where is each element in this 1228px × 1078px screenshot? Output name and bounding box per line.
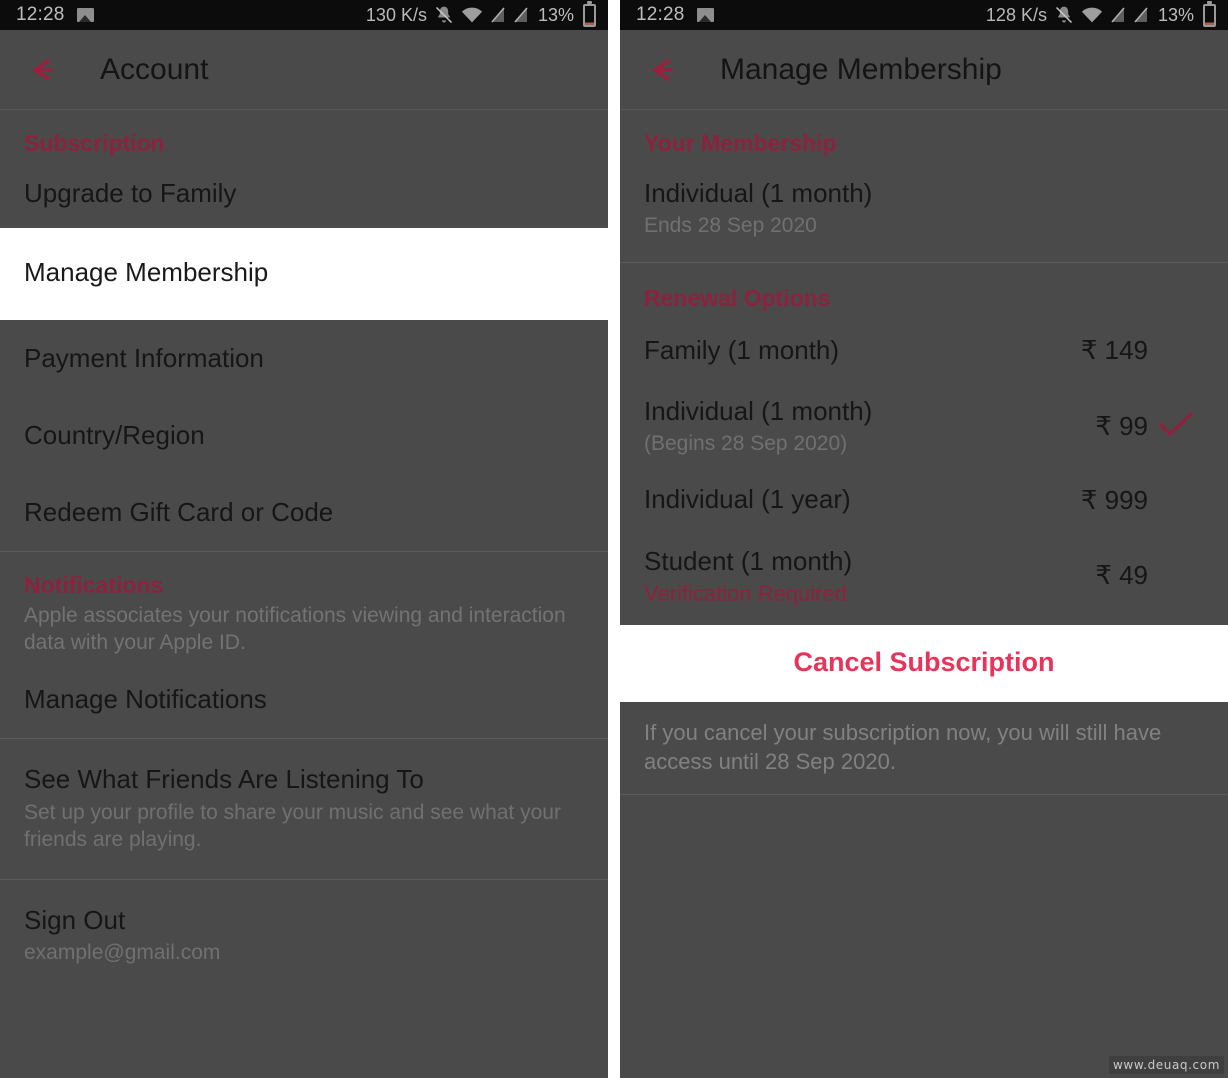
list-item-label: Upgrade to Family (24, 178, 237, 208)
list-item-label: Sign Out (24, 905, 126, 936)
list-item-see-what-friends-are-listening-to[interactable]: See What Friends Are Listening To Set up… (0, 739, 608, 879)
option-price: ₹ 149 (1080, 334, 1148, 365)
option-labels: Individual (1 year) (644, 483, 1028, 516)
option-title: Student (1 month) (644, 545, 853, 576)
bell-muted-icon (1054, 5, 1074, 25)
list-item-payment-information[interactable]: Payment Information (0, 320, 608, 397)
left-phone-screen: 12:28 130 K/s 13% Account Subscription U… (0, 0, 608, 1078)
manage-membership-list: Your Membership Individual (1 month) End… (620, 110, 1228, 795)
list-item-manage-membership[interactable]: Manage Membership (0, 228, 608, 320)
list-item-label: Redeem Gift Card or Code (24, 497, 334, 528)
option-price: ₹ 999 (1080, 484, 1148, 515)
wifi-icon (461, 6, 483, 24)
option-title: Individual (1 month) (644, 395, 873, 426)
network-speed-label: 128 K/s (985, 4, 1047, 25)
verification-required-label: Verification Required (644, 580, 848, 606)
sim1-no-signal-icon (490, 6, 506, 24)
status-bar-right: 12:28 128 K/s 13% (620, 0, 1228, 30)
section-notifications: Notifications Apple associates your noti… (0, 552, 608, 738)
list-item-label: Manage Membership (24, 257, 269, 288)
list-item-country-region[interactable]: Country/Region (0, 397, 608, 474)
cancel-subscription-note: If you cancel your subscription now, you… (644, 719, 1162, 774)
list-item-manage-notifications[interactable]: Manage Notifications (0, 661, 608, 738)
battery-percent-label: 13% (1157, 4, 1194, 25)
battery-percent-label: 13% (537, 4, 574, 25)
cancel-subscription-button[interactable]: Cancel Subscription (620, 624, 1228, 702)
sim2-no-signal-icon (1133, 6, 1149, 24)
sim2-no-signal-icon (513, 6, 529, 24)
renewal-option-individual-1-month[interactable]: Individual (1 month) (Begins 28 Sep 2020… (620, 383, 1228, 470)
sim1-no-signal-icon (1110, 6, 1126, 24)
option-title: Individual (1 year) (644, 484, 851, 515)
left-empty-area (0, 992, 608, 1078)
option-title: Family (1 month) (644, 334, 840, 365)
left-app-bar: Account (0, 30, 608, 110)
dual-screenshot-container: 12:28 130 K/s 13% Account Subscription U… (0, 0, 1228, 1078)
network-speed-label: 130 K/s (365, 4, 427, 25)
status-bar-clock: 12:28 (16, 4, 65, 25)
status-bar-right-cluster: 130 K/s 13% (365, 0, 596, 27)
list-item-label: Manage Notifications (24, 684, 267, 715)
check-icon (1157, 411, 1195, 443)
option-check-slot (1148, 409, 1204, 444)
account-settings-list: Subscription Upgrade to Family Manage Me… (0, 110, 608, 993)
option-labels: Student (1 month) Verification Required (644, 545, 1028, 607)
current-plan-label: Individual (1 month) (644, 178, 873, 208)
wifi-icon (1081, 6, 1103, 24)
page-title: Account (100, 52, 209, 86)
status-bar-right-cluster: 128 K/s 13% (985, 0, 1216, 27)
list-item-label: See What Friends Are Listening To (24, 764, 424, 795)
section-header-renewal-options: Renewal Options (644, 284, 831, 311)
right-phone-screen: 12:28 128 K/s 13% Manage Membership Your… (620, 0, 1228, 1078)
battery-icon (1203, 0, 1216, 27)
option-labels: Individual (1 month) (Begins 28 Sep 2020… (644, 395, 1028, 458)
page-title: Manage Membership (720, 52, 1002, 86)
section-your-membership: Your Membership Individual (1 month) End… (620, 110, 1228, 262)
bell-muted-icon (434, 5, 454, 25)
signed-in-email: example@gmail.com (24, 941, 221, 965)
option-begin-date: (Begins 28 Sep 2020) (644, 432, 848, 456)
list-item-label: Country/Region (24, 419, 205, 450)
battery-icon (583, 0, 596, 27)
current-plan-end-date: Ends 28 Sep 2020 (644, 214, 817, 238)
list-item-redeem-gift-card[interactable]: Redeem Gift Card or Code (0, 474, 608, 551)
section-header-notifications: Notifications (24, 572, 164, 599)
image-icon (76, 8, 94, 22)
arrow-left-icon[interactable] (644, 55, 684, 85)
section-account-details: Payment Information Country/Region Redee… (0, 320, 608, 552)
cancel-subscription-label: Cancel Subscription (793, 646, 1055, 677)
option-labels: Family (1 month) (644, 334, 1028, 367)
status-bar-clock: 12:28 (636, 4, 685, 25)
screen-gap (608, 0, 620, 1078)
section-description-notifications: Apple associates your notifications view… (24, 604, 566, 655)
list-item-label: Payment Information (24, 342, 264, 373)
watermark: www.deuaq.com (1109, 1056, 1224, 1074)
manage-membership-row-inner: Manage Membership (0, 256, 608, 289)
section-header-subscription: Subscription (24, 130, 165, 156)
list-item-sublabel: Set up your profile to share your music … (24, 800, 561, 851)
arrow-left-icon[interactable] (24, 55, 64, 85)
right-app-bar: Manage Membership (620, 30, 1228, 110)
image-icon (696, 8, 714, 22)
list-item-sign-out[interactable]: Sign Out example@gmail.com (0, 880, 608, 993)
status-bar-left: 12:28 130 K/s 13% (0, 0, 608, 30)
renewal-option-individual-1-year[interactable]: Individual (1 year) ₹ 999 (620, 469, 1228, 530)
list-item-upgrade-to-family[interactable]: Upgrade to Family (0, 161, 608, 228)
section-header-your-membership: Your Membership (644, 130, 837, 156)
section-renewal-options: Renewal Options Family (1 month) ₹ 149 I… (620, 263, 1228, 625)
current-membership-row: Individual (1 month) Ends 28 Sep 2020 (620, 161, 1228, 262)
option-price: ₹ 49 (1095, 560, 1148, 591)
renewal-option-family-1-month[interactable]: Family (1 month) ₹ 149 (620, 316, 1228, 383)
section-subscription: Subscription Upgrade to Family (0, 110, 608, 228)
option-price: ₹ 99 (1095, 410, 1148, 441)
right-empty-area (620, 794, 1228, 1078)
renewal-option-student-1-month[interactable]: Student (1 month) Verification Required … (620, 531, 1228, 625)
